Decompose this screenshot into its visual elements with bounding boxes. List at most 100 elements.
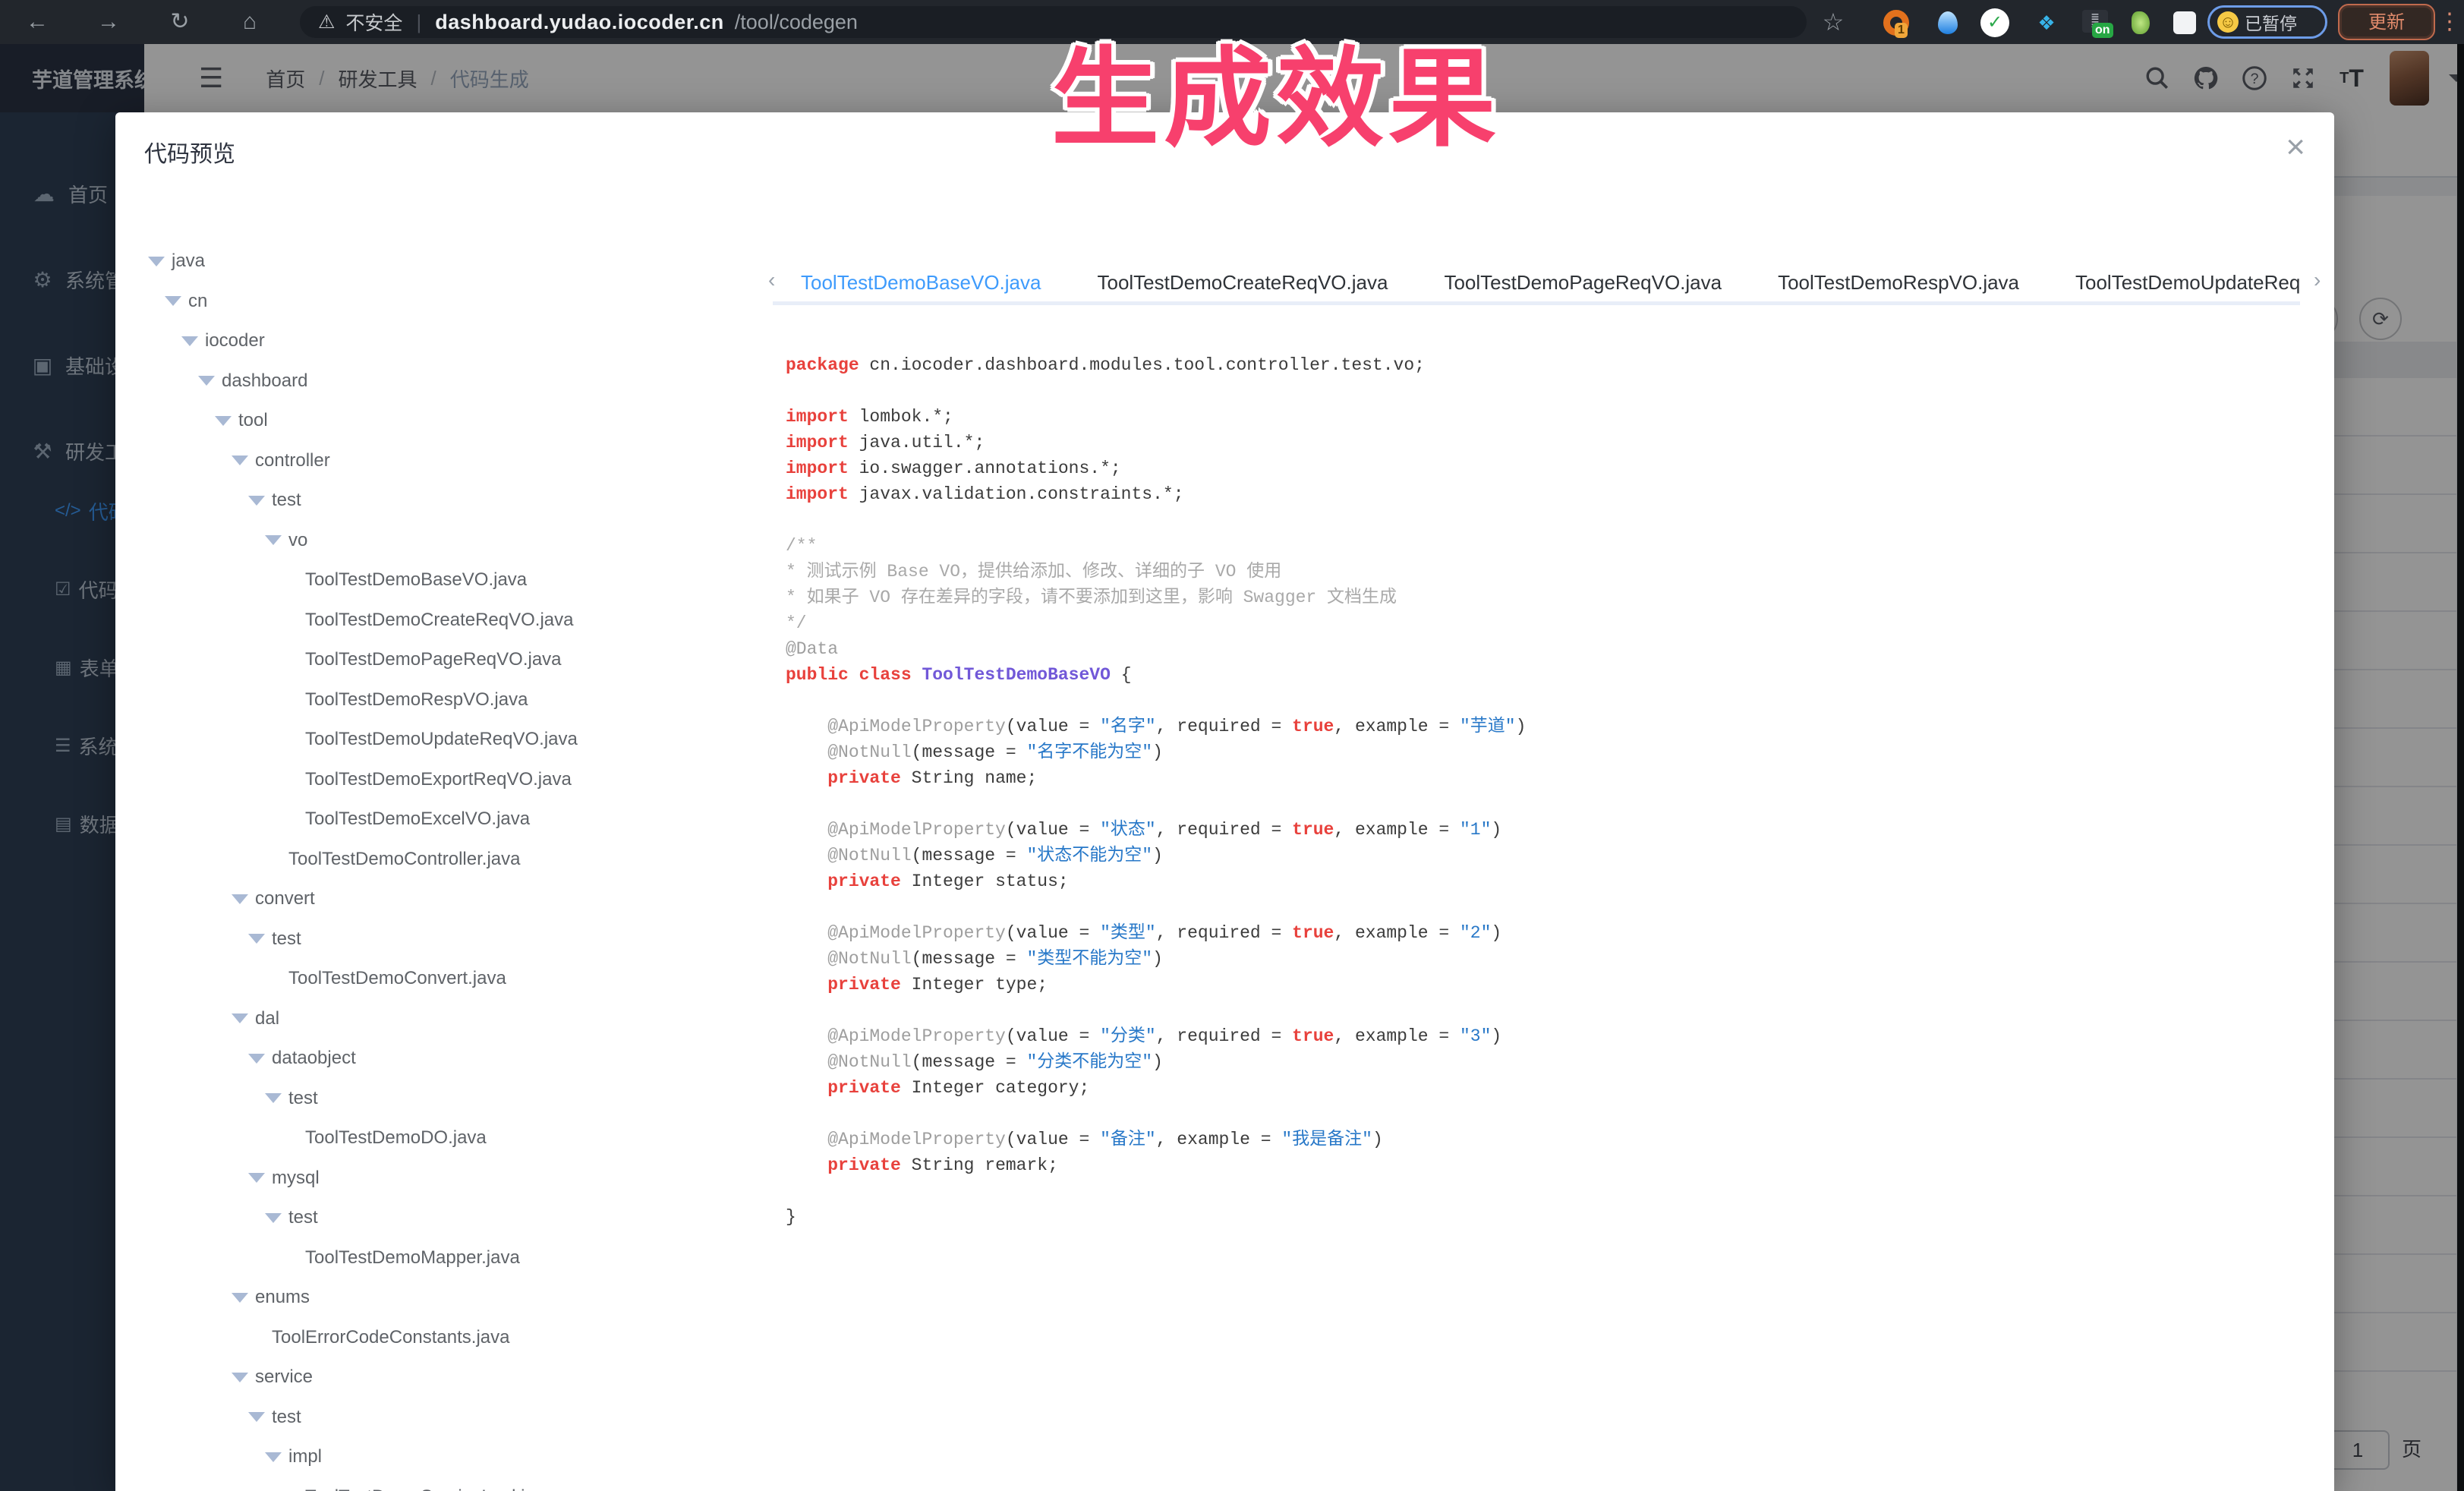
code-line xyxy=(786,791,2319,817)
tree-node-label: java xyxy=(172,251,205,272)
tree-node-label: ToolTestDemoBaseVO.java xyxy=(305,569,527,591)
file-tab[interactable]: ToolTestDemoUpdateReqVO.java xyxy=(2047,261,2300,301)
tree-node-label: test xyxy=(272,928,301,950)
tree-folder-row[interactable]: test xyxy=(115,1398,761,1438)
tree-file-row[interactable]: ToolTestDemoExcelVO.java xyxy=(115,799,761,840)
tree-node-label: mysql xyxy=(272,1168,320,1189)
tree-node-label: ToolTestDemoConvert.java xyxy=(288,968,506,989)
tree-file-row[interactable]: ToolTestDemoUpdateReqVO.java xyxy=(115,720,761,760)
tree-file-row[interactable]: ToolTestDemoRespVO.java xyxy=(115,680,761,720)
tree-expand-caret-icon[interactable] xyxy=(248,1173,265,1183)
tree-folder-row[interactable]: iocoder xyxy=(115,321,761,361)
tree-file-row[interactable]: ToolTestDemoMapper.java xyxy=(115,1238,761,1278)
browser-home-icon[interactable]: ⌂ xyxy=(232,5,267,39)
code-line: public class ToolTestDemoBaseVO { xyxy=(786,662,2319,688)
tree-expand-caret-icon[interactable] xyxy=(165,296,181,306)
tabs-scroll-left-icon[interactable]: ‹ xyxy=(768,268,775,292)
tree-file-row[interactable]: ToolTestDemoConvert.java xyxy=(115,959,761,999)
tree-expand-caret-icon[interactable] xyxy=(148,257,165,266)
extension-icon-list[interactable]: ≡≡ on xyxy=(2080,8,2110,38)
file-tab[interactable]: ToolTestDemoRespVO.java xyxy=(1750,261,2047,301)
code-line: private Integer status; xyxy=(786,868,2319,894)
tree-folder-row[interactable]: dal xyxy=(115,999,761,1039)
extension-icon-diamond[interactable]: ❖ xyxy=(2031,8,2062,38)
tree-folder-row[interactable]: test xyxy=(115,481,761,521)
tree-expand-caret-icon[interactable] xyxy=(248,934,265,944)
bookmark-star-icon[interactable]: ☆ xyxy=(1816,5,1851,39)
tree-folder-row[interactable]: vo xyxy=(115,521,761,561)
close-icon[interactable]: × xyxy=(2286,131,2305,164)
tree-file-row[interactable]: ToolTestDemoExportReqVO.java xyxy=(115,760,761,800)
tree-folder-row[interactable]: dataobject xyxy=(115,1039,761,1079)
browser-reload-icon[interactable]: ↻ xyxy=(162,5,197,39)
extension-icon-orange[interactable]: 1 xyxy=(1881,8,1911,38)
tree-folder-row[interactable]: test xyxy=(115,919,761,960)
tree-folder-row[interactable]: test xyxy=(115,1198,761,1238)
code-line: private Integer category; xyxy=(786,1075,2319,1101)
tree-expand-caret-icon[interactable] xyxy=(265,1093,282,1103)
tree-expand-caret-icon[interactable] xyxy=(232,1293,248,1303)
tree-expand-caret-icon[interactable] xyxy=(215,416,232,426)
browser-back-icon[interactable]: ← xyxy=(20,5,55,39)
tree-folder-row[interactable]: convert xyxy=(115,879,761,919)
code-line: package cn.iocoder.dashboard.modules.too… xyxy=(786,352,2319,378)
tree-expand-caret-icon[interactable] xyxy=(265,535,282,545)
tree-expand-caret-icon[interactable] xyxy=(248,496,265,506)
browser-forward-icon[interactable]: → xyxy=(91,5,126,39)
code-line: @ApiModelProperty(value = "名字", required… xyxy=(786,714,2319,739)
tree-folder-row[interactable]: enums xyxy=(115,1278,761,1318)
tree-folder-row[interactable]: java xyxy=(115,241,761,282)
file-tab[interactable]: ToolTestDemoPageReqVO.java xyxy=(1416,261,1750,301)
tree-folder-row[interactable]: service xyxy=(115,1357,761,1398)
tree-expand-caret-icon[interactable] xyxy=(232,1373,248,1382)
file-tabs: ToolTestDemoBaseVO.javaToolTestDemoCreat… xyxy=(773,261,2300,305)
code-line: private Integer type; xyxy=(786,972,2319,998)
file-tree: javacniocoderdashboardtoolcontrollertest… xyxy=(115,241,761,1491)
tree-file-row[interactable]: ToolTestDemoServiceImpl.java xyxy=(115,1477,761,1491)
tree-file-row[interactable]: ToolTestDemoController.java xyxy=(115,840,761,880)
file-tab[interactable]: ToolTestDemoCreateReqVO.java xyxy=(1069,261,1416,301)
tree-expand-caret-icon[interactable] xyxy=(248,1054,265,1064)
screenshot-stage: ← → ↻ ⌂ ⚠ 不安全 | dashboard.yudao.iocoder.… xyxy=(0,0,2464,1491)
tree-folder-row[interactable]: cn xyxy=(115,282,761,322)
tree-node-label: ToolTestDemoServiceImpl.java xyxy=(305,1486,554,1491)
tree-file-row[interactable]: ToolErrorCodeConstants.java xyxy=(115,1318,761,1358)
code-line: */ xyxy=(786,610,2319,636)
extension-icon-puzzle[interactable] xyxy=(2169,8,2200,38)
tree-folder-row[interactable]: dashboard xyxy=(115,361,761,402)
tree-expand-caret-icon[interactable] xyxy=(181,336,198,346)
tree-node-label: iocoder xyxy=(205,330,265,351)
tree-folder-row[interactable]: tool xyxy=(115,401,761,441)
tree-node-label: ToolTestDemoUpdateReqVO.java xyxy=(305,729,578,750)
tree-file-row[interactable]: ToolTestDemoCreateReqVO.java xyxy=(115,600,761,641)
tree-file-row[interactable]: ToolTestDemoBaseVO.java xyxy=(115,560,761,600)
file-tab[interactable]: ToolTestDemoBaseVO.java xyxy=(773,261,1069,301)
tree-expand-caret-icon[interactable] xyxy=(265,1213,282,1223)
code-line: private String remark; xyxy=(786,1152,2319,1178)
chrome-update-button[interactable]: 更新 xyxy=(2340,5,2434,39)
tree-expand-caret-icon[interactable] xyxy=(232,455,248,465)
tree-expand-caret-icon[interactable] xyxy=(265,1452,282,1462)
tree-node-label: ToolTestDemoExcelVO.java xyxy=(305,809,530,830)
tabs-scroll-right-icon[interactable]: › xyxy=(2314,268,2321,292)
tree-expand-caret-icon[interactable] xyxy=(198,376,215,386)
tree-file-row[interactable]: ToolTestDemoPageReqVO.java xyxy=(115,640,761,680)
tree-folder-row[interactable]: mysql xyxy=(115,1158,761,1199)
tree-folder-row[interactable]: controller xyxy=(115,441,761,481)
browser-menu-icon[interactable]: ⋮ xyxy=(2438,6,2461,38)
extension-icon-sprout[interactable] xyxy=(2125,8,2156,38)
code-line xyxy=(786,1178,2319,1204)
tree-expand-caret-icon[interactable] xyxy=(232,894,248,904)
tree-node-label: cn xyxy=(188,291,207,312)
tree-node-label: enums xyxy=(255,1287,310,1308)
tree-expand-caret-icon[interactable] xyxy=(232,1013,248,1023)
code-line: @NotNull(message = "分类不能为空") xyxy=(786,1049,2319,1075)
tree-folder-row[interactable]: impl xyxy=(115,1437,761,1477)
extension-icon-blue-drop[interactable] xyxy=(1933,8,1963,38)
tree-folder-row[interactable]: test xyxy=(115,1079,761,1119)
tree-expand-caret-icon[interactable] xyxy=(248,1412,265,1422)
extension-paused-pill[interactable]: ☺ 已暂停 xyxy=(2207,5,2327,39)
tree-node-label: tool xyxy=(238,410,268,431)
tree-file-row[interactable]: ToolTestDemoDO.java xyxy=(115,1118,761,1158)
extension-icon-green-circle[interactable]: ✓ xyxy=(1980,8,2010,38)
